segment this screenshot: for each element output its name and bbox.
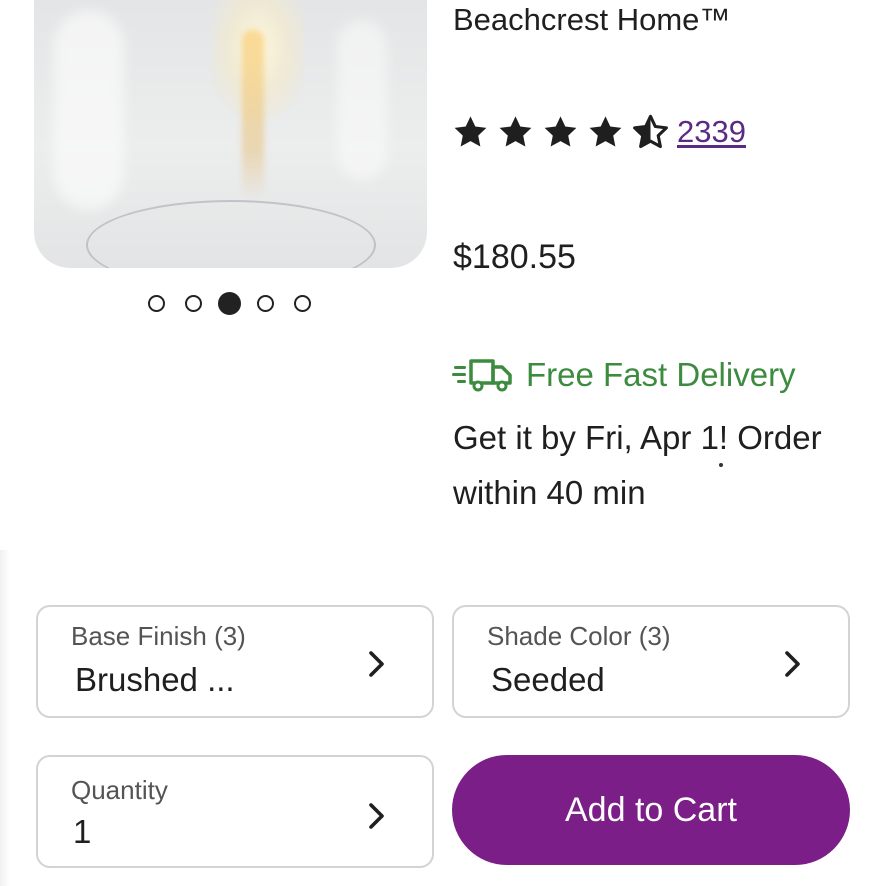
base-finish-value: Brushed ... <box>75 661 235 698</box>
glass-highlight <box>54 10 124 210</box>
delivery-truck-icon <box>452 359 512 392</box>
star-full-icon <box>499 115 532 147</box>
text-cursor-dot <box>719 463 723 467</box>
page-edge-shadow <box>0 550 10 886</box>
product-image[interactable] <box>34 0 427 268</box>
shade-color-label: Shade Color (3) <box>487 621 671 651</box>
carousel-dot[interactable] <box>148 295 165 312</box>
carousel-dot-active[interactable] <box>218 292 241 315</box>
product-price: $180.55 <box>453 238 576 276</box>
base-finish-selector[interactable]: Base Finish (3) Brushed ... <box>36 605 434 718</box>
quantity-value: 1 <box>73 813 92 850</box>
quantity-selector[interactable]: Quantity 1 <box>36 755 434 868</box>
chevron-right-icon <box>369 651 384 677</box>
chevron-right-icon <box>785 651 800 677</box>
chevron-right-icon <box>369 803 384 829</box>
delivery-badge: Free Fast Delivery <box>452 356 796 394</box>
base-finish-label: Base Finish (3) <box>71 621 246 651</box>
carousel-dot[interactable] <box>257 295 274 312</box>
review-count-link[interactable]: 2339 <box>677 114 746 150</box>
star-rating[interactable]: 2339 <box>452 112 746 152</box>
delivery-label: Free Fast Delivery <box>526 356 796 393</box>
carousel-dot[interactable] <box>185 295 202 312</box>
star-full-icon <box>589 115 622 147</box>
glass-highlight <box>337 20 387 180</box>
shade-color-selector[interactable]: Shade Color (3) Seeded <box>452 605 850 718</box>
quantity-label: Quantity <box>71 775 168 805</box>
glass-shade-rim <box>86 200 376 268</box>
star-full-icon <box>454 115 487 147</box>
star-half-icon <box>633 114 668 148</box>
star-full-icon <box>544 115 577 147</box>
add-to-cart-button[interactable]: Add to Cart <box>452 755 850 865</box>
carousel-dot[interactable] <box>294 295 311 312</box>
bulb-filament <box>242 30 264 200</box>
product-brand[interactable]: Beachcrest Home™ <box>453 2 730 38</box>
delivery-estimate: Get it by Fri, Apr 1! Order within 40 mi… <box>453 419 822 511</box>
shade-color-value: Seeded <box>491 661 605 698</box>
